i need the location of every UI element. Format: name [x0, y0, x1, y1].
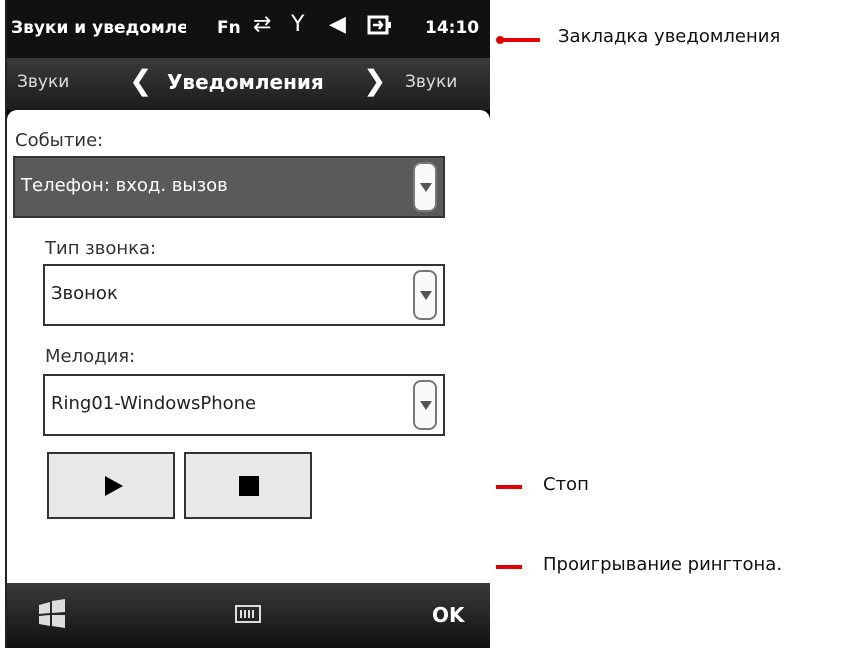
tab-previous[interactable]: Звуки: [17, 72, 69, 92]
annotation-tab-text: Закладка уведомления: [558, 26, 781, 47]
settings-content: Событие: Телефон: вход. вызов Тип звонка…: [7, 110, 490, 583]
fn-indicator: Fn: [217, 18, 241, 38]
annotation-play-text: Проигрывание рингтона.: [543, 554, 783, 575]
no-signal-icon[interactable]: Y: [291, 14, 304, 36]
dropdown-arrow-icon[interactable]: [413, 162, 437, 212]
windows-start-icon[interactable]: [37, 599, 67, 629]
status-title[interactable]: Звуки и уведомления: [11, 18, 186, 38]
clock[interactable]: 14:10: [425, 18, 479, 38]
status-bar: Звуки и уведомления Fn ⇄ Y ◀ 14:10: [7, 0, 490, 58]
tab-next[interactable]: Звуки: [405, 72, 457, 92]
ring-type-value: Звонок: [51, 283, 118, 304]
chevron-left-icon[interactable]: ❮: [129, 64, 152, 97]
bottom-bar: OK: [7, 583, 490, 648]
event-value: Телефон: вход. вызов: [21, 175, 228, 196]
keyboard-icon[interactable]: [235, 605, 261, 623]
annotation-line-play: [496, 565, 522, 569]
dropdown-arrow-icon[interactable]: [413, 270, 437, 320]
ring-type-label: Тип звонка:: [45, 238, 157, 259]
melody-dropdown[interactable]: Ring01-WindowsPhone: [43, 374, 445, 436]
chevron-right-icon[interactable]: ❯: [363, 64, 386, 97]
battery-icon[interactable]: [367, 14, 393, 41]
annotation-line-tab: [500, 38, 540, 42]
stop-button[interactable]: [184, 452, 312, 519]
play-button[interactable]: [47, 452, 175, 519]
dropdown-arrow-icon[interactable]: [413, 380, 437, 430]
stop-icon: [239, 476, 259, 496]
phone-screen: Звуки и уведомления Fn ⇄ Y ◀ 14:10 Звуки…: [5, 0, 490, 648]
annotation-stop-text: Стоп: [543, 474, 589, 495]
tab-notifications[interactable]: Уведомления: [167, 70, 324, 94]
sync-arrows-icon[interactable]: ⇄: [253, 14, 271, 36]
play-icon: [105, 476, 123, 496]
annotation-line-stop: [496, 485, 522, 489]
melody-label: Мелодия:: [45, 346, 136, 367]
melody-value: Ring01-WindowsPhone: [51, 393, 257, 414]
speaker-icon[interactable]: ◀: [329, 14, 346, 36]
tab-bar: Звуки ❮ Уведомления ❯ Звуки: [7, 58, 490, 110]
event-label: Событие:: [15, 130, 104, 151]
ring-type-dropdown[interactable]: Звонок: [43, 264, 445, 326]
event-dropdown[interactable]: Телефон: вход. вызов: [13, 156, 445, 218]
ok-button[interactable]: OK: [432, 603, 465, 627]
